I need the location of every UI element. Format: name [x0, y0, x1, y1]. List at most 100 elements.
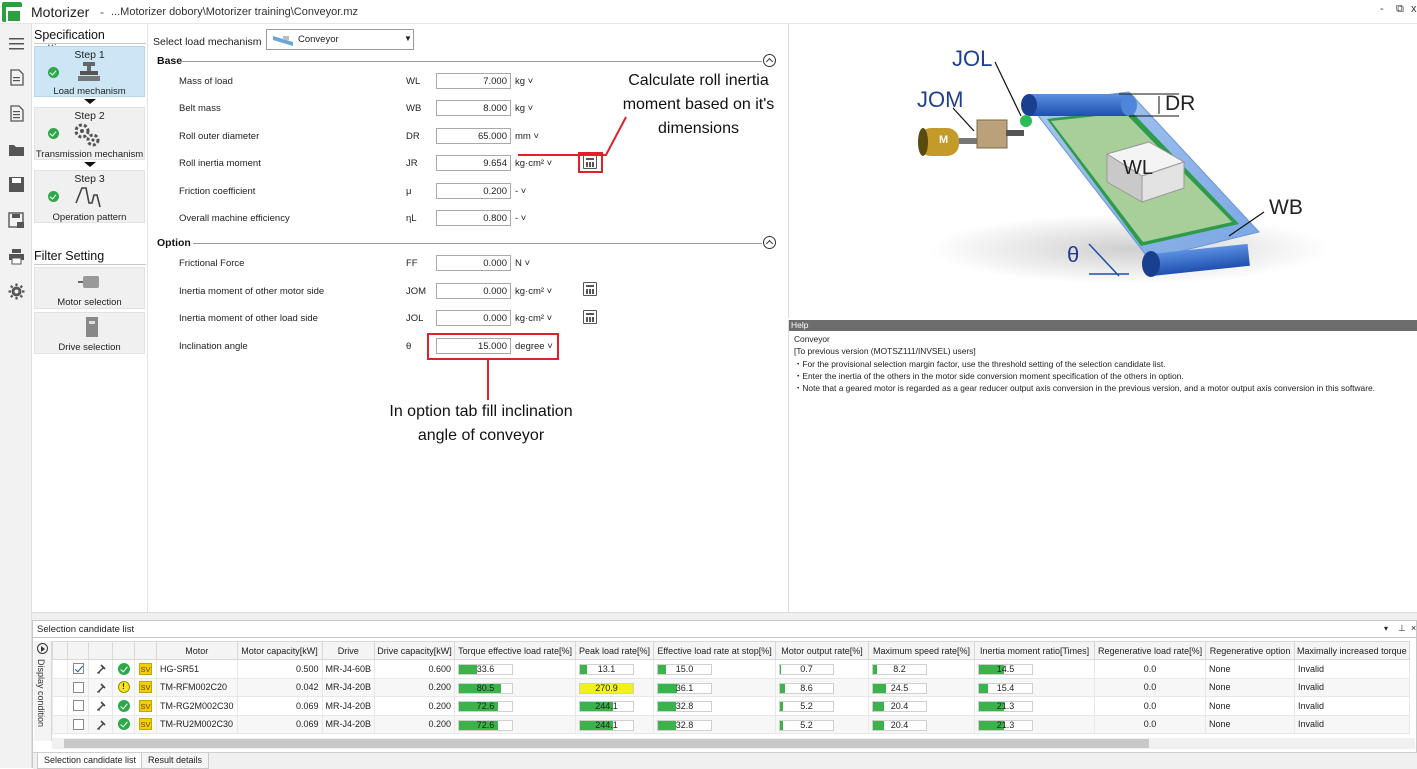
- horizontal-scrollbar[interactable]: [52, 738, 1415, 749]
- unit-select[interactable]: kg·cm² ˅: [515, 313, 552, 324]
- unit-select[interactable]: kg·cm² ˅: [515, 286, 552, 297]
- step-2-transmission-mechanism[interactable]: Step 2 Transmission mechanism: [34, 107, 145, 160]
- specification-form: Select load mechanism Conveyor ▼ Base Ma…: [147, 24, 787, 612]
- drive-cell: MR-J4-60B: [321, 659, 376, 679]
- save-icon[interactable]: [8, 176, 25, 193]
- save-as-icon[interactable]: [8, 212, 25, 229]
- conveyor-illustration: [918, 61, 1329, 284]
- display-condition-label: Display condition: [36, 659, 46, 728]
- column-header[interactable]: Inertia moment ratio[Times]: [974, 641, 1096, 660]
- unit-select[interactable]: N ˅: [515, 258, 530, 269]
- motor-selection-filter[interactable]: Motor selection: [34, 267, 145, 309]
- frictional-force-input[interactable]: 0.000: [436, 255, 511, 271]
- select-checkbox[interactable]: [72, 663, 84, 675]
- select-checkbox[interactable]: [72, 681, 84, 693]
- roll-inertia-moment-input[interactable]: 9.654: [436, 155, 511, 171]
- column-header[interactable]: Regenerative load rate[%]: [1094, 641, 1207, 660]
- check-icon: [48, 128, 59, 139]
- check-icon: [48, 191, 59, 202]
- table-row[interactable]: ! SV TM-RFM002C20 0.042 MR-J4-20B 0.200 80.5 27…: [52, 677, 1410, 697]
- load-mechanism-icon: [78, 62, 100, 81]
- step-3-operation-pattern[interactable]: Step 3 Operation pattern: [34, 170, 145, 223]
- step-label: Transmission mechanism: [35, 149, 144, 160]
- title-bar: Motorizer - ...Motorizer dobory\Motorize…: [0, 0, 1417, 24]
- pin-icon[interactable]: ⊥: [1398, 623, 1406, 634]
- splitter[interactable]: [32, 612, 1417, 620]
- close-panel-icon[interactable]: ×: [1411, 623, 1416, 633]
- column-header[interactable]: Torque effective load rate[%]: [454, 641, 577, 660]
- overall-efficiency-input[interactable]: 0.800: [436, 210, 511, 226]
- field-label: Mass of load: [179, 76, 233, 87]
- help-line: ・For the provisional selection margin fa…: [794, 359, 1166, 369]
- calculator-icon[interactable]: [583, 282, 597, 296]
- calculator-icon[interactable]: [583, 310, 597, 324]
- table-row[interactable]: SV TM-RU2M002C30 0.069 MR-J4-20B 0.200 72.6 24…: [52, 714, 1410, 734]
- select-checkbox[interactable]: [72, 700, 84, 712]
- display-condition-tab[interactable]: Display condition: [34, 641, 52, 741]
- friction-coefficient-input[interactable]: 0.200: [436, 183, 511, 199]
- tab-result-details[interactable]: Result details: [141, 753, 210, 769]
- motor-capacity-cell: 0.069: [236, 696, 323, 716]
- motor-capacity-cell: 0.042: [236, 677, 323, 697]
- menu-icon[interactable]: [8, 35, 25, 52]
- help-line: [To previous version (MOTSZ111/INVSEL) u…: [794, 346, 976, 356]
- open-folder-icon[interactable]: [8, 141, 25, 158]
- unit-label: kg: [515, 76, 526, 87]
- unit-select[interactable]: kg ˅: [515, 76, 533, 87]
- unit-select[interactable]: - ˅: [515, 213, 526, 224]
- field-label: Friction coefficient: [179, 186, 256, 197]
- new-file-icon[interactable]: [8, 69, 25, 86]
- bar-cell: 32.8: [653, 714, 777, 734]
- bar-cell: 72.6: [454, 714, 577, 734]
- pin-row-icon[interactable]: [96, 701, 106, 711]
- column-header[interactable]: Regenerative option: [1205, 641, 1296, 660]
- inertia-motor-side-input[interactable]: 0.000: [436, 283, 511, 299]
- inertia-load-side-input[interactable]: 0.000: [436, 310, 511, 326]
- print-icon[interactable]: [8, 248, 25, 265]
- column-header[interactable]: Motor output rate[%]: [775, 641, 870, 660]
- column-header[interactable]: Maximally increased torque: [1294, 641, 1410, 660]
- unit-select[interactable]: - ˅: [515, 186, 526, 197]
- drive-cell: MR-J4-20B: [321, 677, 376, 697]
- restore-button[interactable]: ⧉: [1396, 3, 1404, 16]
- table-row[interactable]: SV TM-RG2M002C30 0.069 MR-J4-20B 0.200 72.6 24…: [52, 696, 1410, 716]
- close-button[interactable]: x: [1411, 3, 1417, 15]
- bar-cell: 21.3: [974, 696, 1096, 716]
- status-ok-icon: [117, 662, 130, 675]
- regen-load-cell: 0.0: [1094, 677, 1207, 697]
- minimize-button[interactable]: -: [1380, 3, 1384, 15]
- column-header[interactable]: Motor capacity[kW]: [236, 641, 323, 660]
- step-1-load-mechanism[interactable]: Step 1 Load mechanism: [34, 46, 145, 97]
- tab-selection-candidate-list[interactable]: Selection candidate list: [37, 753, 144, 769]
- column-header[interactable]: Effective load rate at stop[%]: [653, 641, 777, 660]
- column-header[interactable]: Peak load rate[%]: [575, 641, 655, 660]
- step-arrow-icon: [84, 99, 96, 104]
- document-icon[interactable]: [8, 105, 25, 122]
- column-header[interactable]: Maximum speed rate[%]: [868, 641, 976, 660]
- bar-value: 5.2: [800, 701, 813, 711]
- column-header[interactable]: Motor: [156, 641, 238, 660]
- bar-cell: 15.0: [653, 659, 777, 679]
- scrollbar-thumb[interactable]: [64, 739, 1149, 748]
- settings-gear-icon[interactable]: [8, 283, 25, 300]
- column-header[interactable]: Drive capacity[kW]: [374, 641, 456, 660]
- belt-mass-input[interactable]: 8.000: [436, 100, 511, 116]
- drive-selection-filter[interactable]: Drive selection: [34, 312, 145, 354]
- pin-row-icon[interactable]: [96, 719, 106, 730]
- load-mechanism-select[interactable]: Conveyor ▼: [266, 29, 414, 50]
- motor-cell: HG-SR51: [156, 659, 238, 679]
- app-title: Motorizer: [31, 4, 90, 20]
- bar-value: 20.4: [890, 719, 909, 730]
- pin-row-icon[interactable]: [96, 664, 106, 674]
- collapse-option-icon[interactable]: [763, 236, 776, 249]
- mass-of-load-input[interactable]: 7.000: [436, 73, 511, 89]
- panel-menu-icon[interactable]: ▾: [1384, 624, 1388, 633]
- pin-row-icon[interactable]: [96, 682, 106, 693]
- field-label: Inertia moment of other load side: [179, 313, 318, 324]
- roll-outer-diameter-input[interactable]: 65.000: [436, 128, 511, 144]
- collapse-base-icon[interactable]: [763, 54, 776, 67]
- column-header[interactable]: Drive: [321, 641, 376, 660]
- table-row[interactable]: SV HG-SR51 0.500 MR-J4-60B 0.600 33.6 13.1 15.0…: [52, 659, 1410, 679]
- bar-cell: 80.5: [454, 677, 577, 697]
- select-checkbox[interactable]: [72, 718, 84, 730]
